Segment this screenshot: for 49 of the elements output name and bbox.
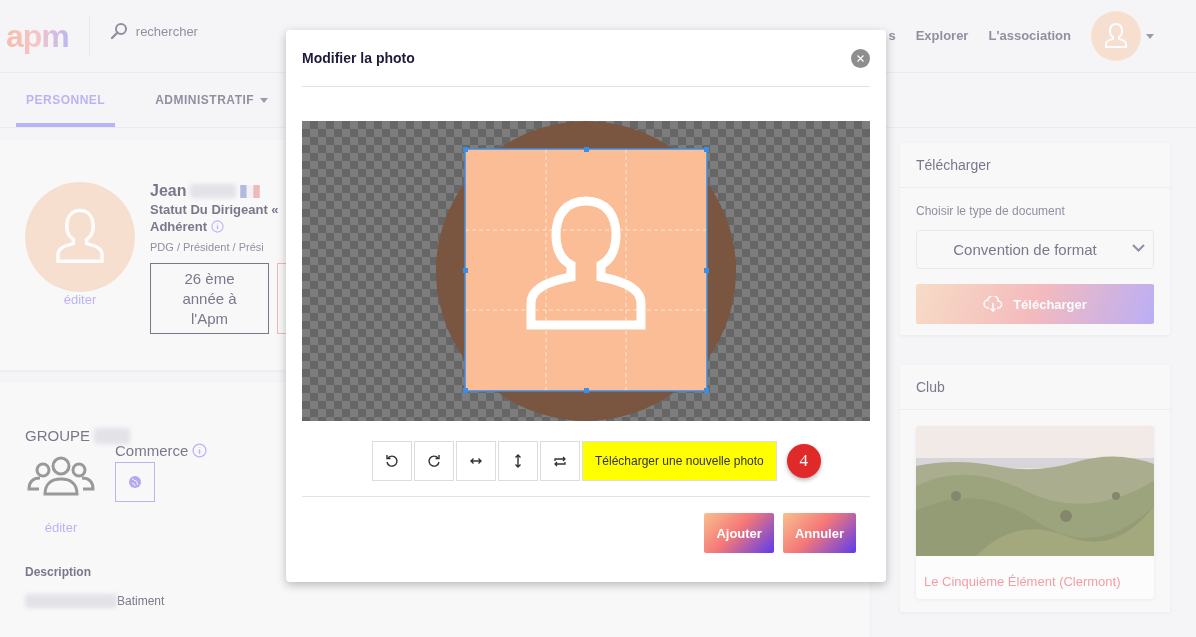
rotate-left-button[interactable] [372,441,412,481]
edit-link[interactable]: éditer [44,520,78,535]
dialog-action-button[interactable]: Ajouter [704,513,774,553]
close-icon[interactable] [851,48,870,68]
card-title: Télécharger [900,143,1170,188]
step-marker: 4 [786,444,821,478]
document-type-select[interactable]: Convention de format [916,230,1154,269]
caret-icon[interactable] [1146,33,1154,39]
search-icon [109,22,128,40]
nav-link[interactable]: L'association [988,27,1071,43]
chevron-down-icon [1132,244,1145,252]
sector-text: Commerce [115,442,189,459]
cloud-download-icon [983,296,1004,312]
rotate-right-button[interactable] [414,441,454,481]
swap-button[interactable] [540,441,580,481]
card-title: Club [900,365,1170,410]
rotate-right-icon [427,454,441,468]
tab[interactable]: PERSONNEL [16,73,116,127]
tab[interactable]: ADMINISTRATIF [145,73,279,127]
nav-link[interactable]: s [888,27,896,43]
info-icon[interactable] [211,220,225,233]
group-title: GROUPE [25,427,90,444]
people-icon [25,456,97,498]
membership-text: Adhérent [150,219,208,234]
club-name[interactable]: Le Cinquième Élément (Clermont) [916,556,1154,599]
search-field[interactable]: rechercher [135,21,226,41]
member-name: Jean [150,182,187,200]
website-button[interactable] [115,462,155,502]
field-label: Choisir le type de document [916,204,1066,218]
crop-editor-drawing[interactable] [302,121,870,421]
club-tile[interactable]: Le Cinquième Élément (Clermont) [916,426,1154,599]
flag-icon [240,184,261,198]
status-text: Statut Du Dirigeant « [150,202,280,217]
download-button[interactable]: Télécharger [916,284,1154,324]
globe-icon [129,476,141,488]
nav-link[interactable]: Explorer [915,27,969,43]
roles-text: PDG / Président / Prési [150,241,265,253]
edit-link[interactable]: éditer [63,292,97,307]
flip-horizontal-button[interactable] [456,441,496,481]
info-icon[interactable] [192,443,208,458]
rotate-left-icon [385,454,399,468]
swap-arrows-icon [553,454,567,468]
dialog-title: Modifier la photo [302,50,415,66]
description-text: Batiment [117,594,165,608]
dialog-action-button[interactable]: Annuler [782,513,856,553]
description-label: Description [25,565,92,579]
flip-vertical-button[interactable] [498,441,538,481]
seniority-badge: 26 ème année à l'Apm [150,263,269,334]
upload-photo-button[interactable]: Télécharger une nouvelle photo [582,441,777,481]
